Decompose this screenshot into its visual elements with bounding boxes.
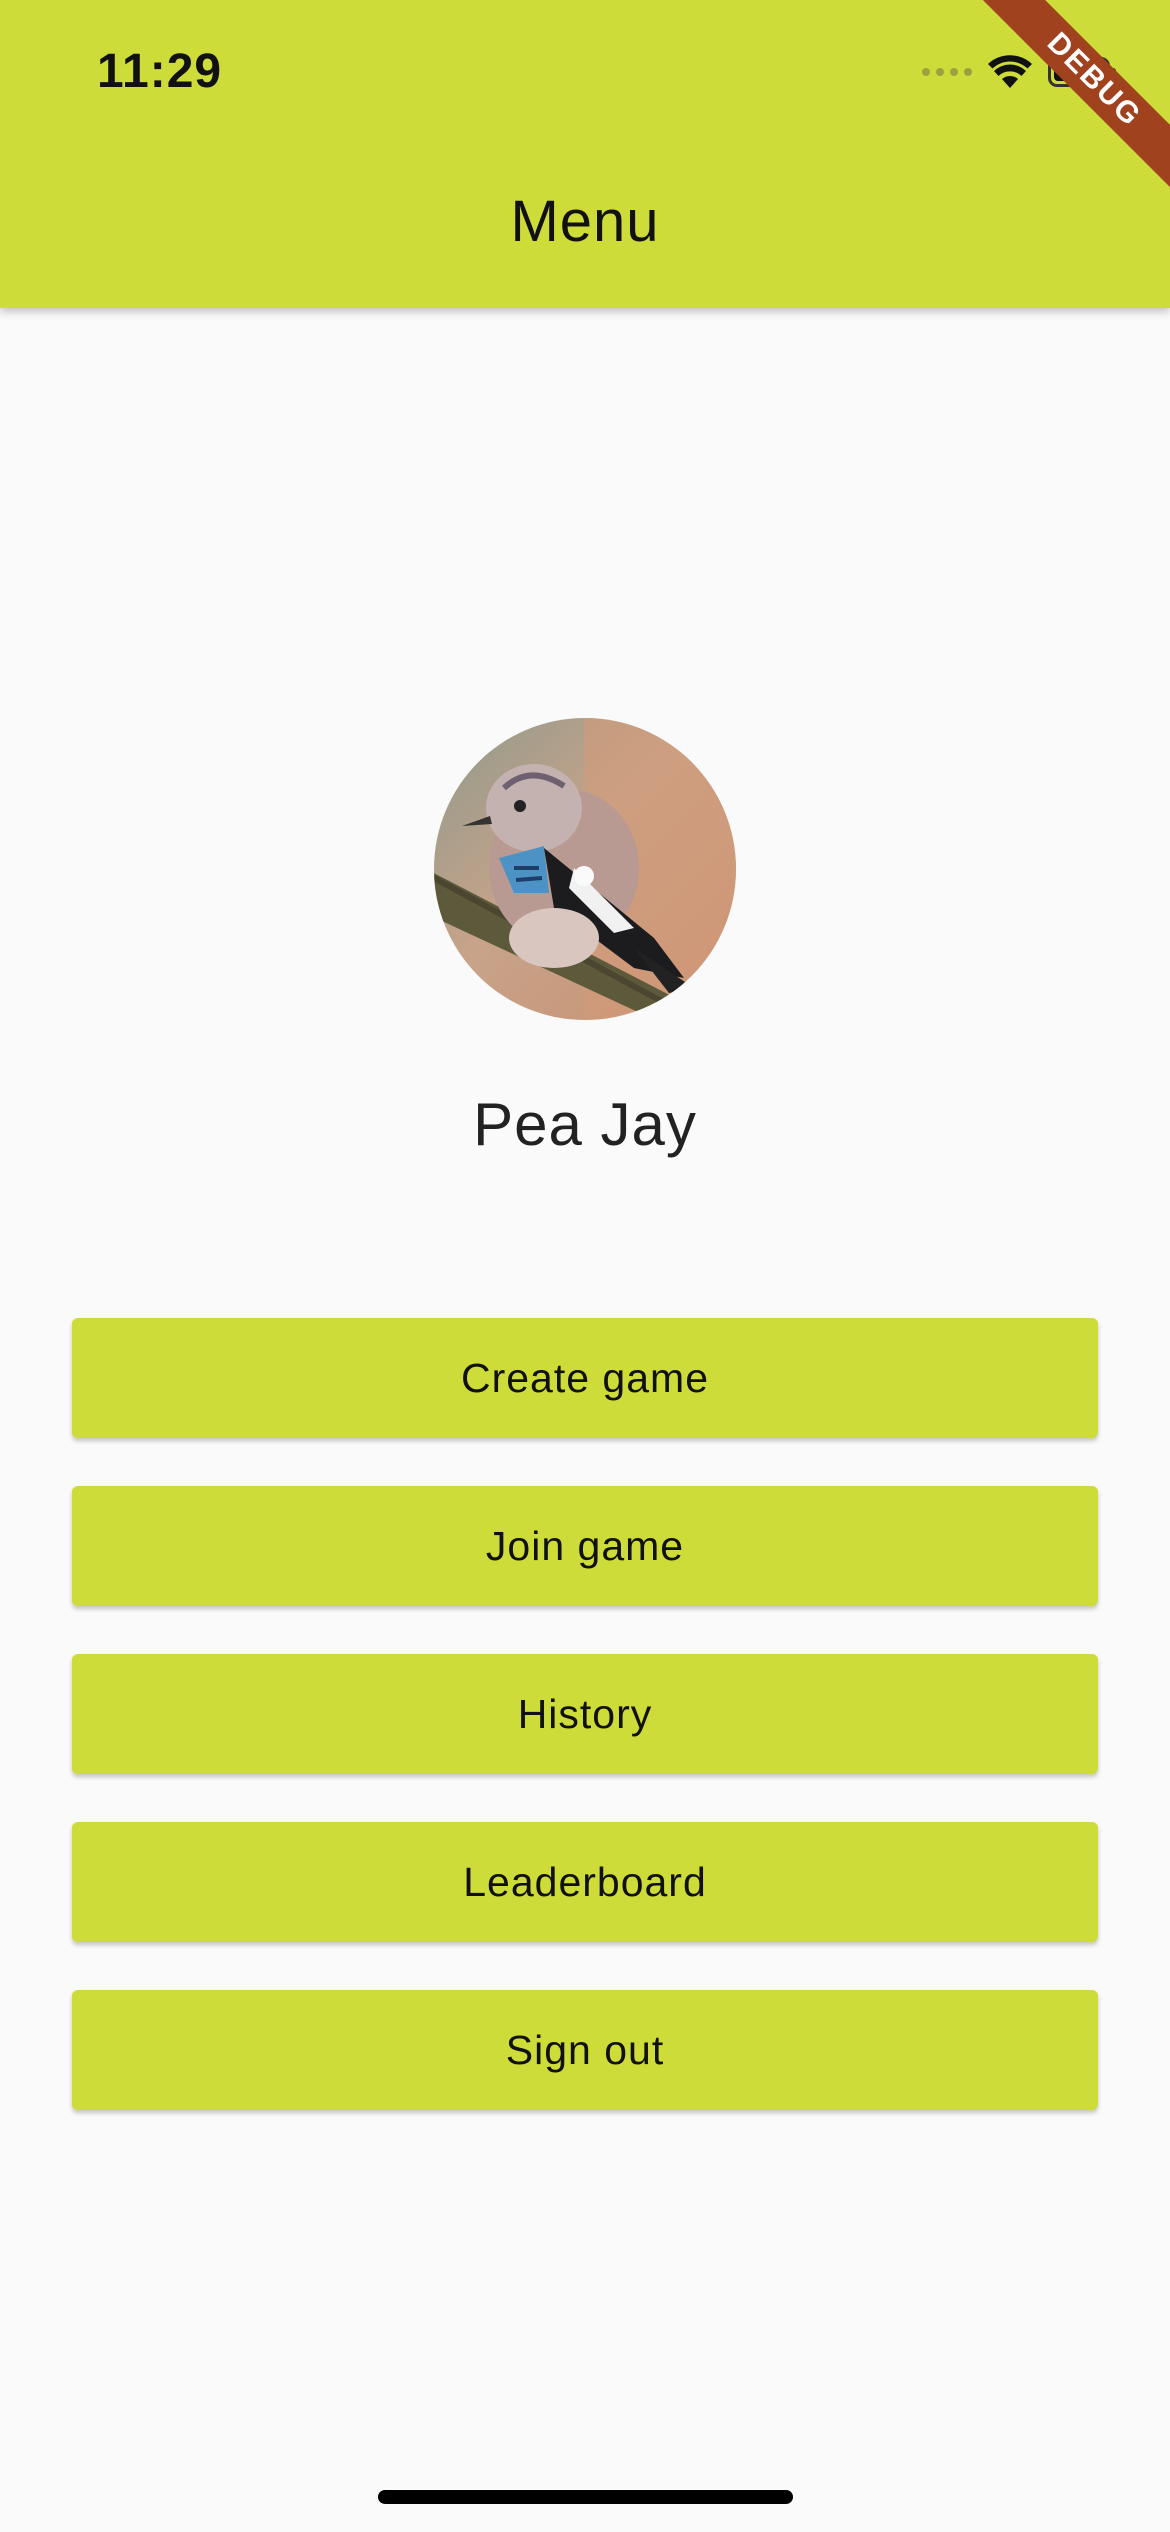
menu-screen: 11:29 Menu DEBUG Pea Jay Create game Joi… [0,0,1170,2532]
debug-ribbon: DEBUG [970,0,1170,200]
status-time: 11:29 [97,45,223,98]
home-indicator[interactable] [378,2490,793,2504]
avatar [434,718,736,1020]
signal-icon [922,68,972,76]
debug-label: DEBUG [970,0,1170,200]
bird-avatar-icon [434,718,736,1020]
create-game-button[interactable]: Create game [72,1318,1098,1438]
join-game-button[interactable]: Join game [72,1486,1098,1606]
user-name: Pea Jay [473,1091,697,1158]
sign-out-button[interactable]: Sign out [72,1990,1098,2110]
leaderboard-button[interactable]: Leaderboard [72,1822,1098,1942]
history-button[interactable]: History [72,1654,1098,1774]
